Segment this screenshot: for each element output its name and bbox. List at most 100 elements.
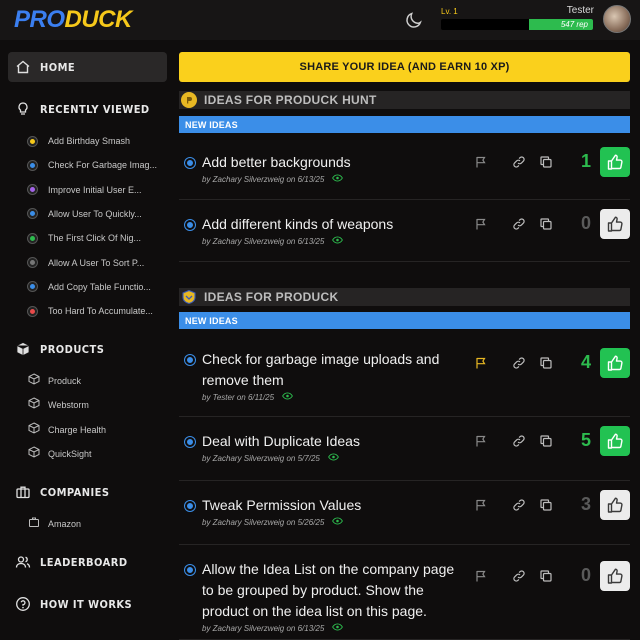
- idea-title[interactable]: Check for garbage image uploads and remo…: [202, 349, 457, 391]
- recent-item-label: The First Click Of Nig...: [48, 233, 142, 244]
- copy-icon[interactable]: [539, 434, 553, 448]
- idea-meta: by Zachary Silverzweig on 6/13/25: [202, 623, 344, 633]
- username: Tester: [566, 5, 594, 16]
- idea-title[interactable]: Add different kinds of weapons: [202, 214, 457, 235]
- recent-item[interactable]: Improve Initial User E...: [28, 180, 168, 200]
- new-idea-dot-icon: [185, 501, 195, 511]
- company-item-label: Amazon: [48, 519, 82, 529]
- link-icon[interactable]: [512, 217, 526, 231]
- link-icon[interactable]: [512, 569, 526, 583]
- cube-icon: [15, 341, 31, 357]
- idea-row[interactable]: Tweak Permission Values by Zachary Silve…: [179, 481, 630, 545]
- product-item[interactable]: QuickSight: [28, 444, 168, 464]
- eye-icon: [320, 453, 339, 463]
- user-avatar[interactable]: [603, 5, 631, 33]
- status-dot-icon: [28, 258, 37, 267]
- cube-icon: [28, 396, 48, 414]
- sidebar-item-products[interactable]: PRODUCTS: [8, 334, 167, 364]
- link-icon[interactable]: [512, 155, 526, 169]
- product-item[interactable]: Produck: [28, 371, 168, 391]
- idea-author-date: by Zachary Silverzweig on 5/26/25: [202, 517, 325, 527]
- vote-count: 3: [580, 494, 591, 514]
- sidebar-item-how-it-works[interactable]: HOW IT WORKS: [8, 589, 167, 619]
- product-item[interactable]: Webstorm: [28, 395, 168, 415]
- recent-item-label: Too Hard To Accumulate...: [48, 306, 153, 317]
- idea-author-date: by Zachary Silverzweig on 6/13/25: [202, 174, 325, 184]
- logo-part1: PRO: [14, 6, 65, 33]
- upvote-button[interactable]: [600, 147, 630, 177]
- upvote-button[interactable]: [600, 348, 630, 378]
- flag-icon[interactable]: [474, 569, 488, 583]
- status-dot-icon: [28, 136, 37, 146]
- flag-icon[interactable]: [474, 356, 488, 370]
- recent-item-label: Allow User To Quickly...: [48, 208, 142, 219]
- sidebar-item-recently-viewed[interactable]: RECENTLY VIEWED: [8, 94, 167, 124]
- briefcase-icon: [28, 515, 48, 533]
- idea-title[interactable]: Allow the Idea List on the company page …: [202, 559, 457, 622]
- idea-title[interactable]: Deal with Duplicate Ideas: [202, 431, 457, 452]
- rep-text: 547 rep: [560, 20, 588, 29]
- copy-icon[interactable]: [539, 498, 553, 512]
- flag-icon[interactable]: [474, 155, 488, 169]
- flag-icon[interactable]: [474, 434, 488, 448]
- thumbs-up-icon: [606, 215, 624, 233]
- copy-icon[interactable]: [539, 569, 553, 583]
- sidebar-item-leaderboard[interactable]: LEADERBOARD: [8, 547, 167, 577]
- dark-mode-moon-icon[interactable]: [403, 9, 425, 31]
- recent-item[interactable]: The First Click Of Nig...: [28, 228, 168, 248]
- sidebar-recent-label: RECENTLY VIEWED: [40, 102, 150, 116]
- vote-count: 1: [580, 151, 591, 171]
- recent-item-label: Add Copy Table Functio...: [48, 281, 151, 292]
- idea-author-date: by Zachary Silverzweig on 6/13/25: [202, 236, 325, 246]
- sidebar-item-companies[interactable]: COMPANIES: [8, 477, 167, 507]
- thumbs-up-icon: [606, 354, 624, 372]
- product-item-label: Produck: [48, 376, 82, 386]
- sidebar-item-home[interactable]: HOME: [8, 52, 167, 82]
- thumbs-up-icon: [606, 496, 624, 514]
- upvote-button[interactable]: [600, 490, 630, 520]
- section-header-produck-hunt: IDEAS FOR PRODUCK HUNT: [179, 91, 630, 109]
- eye-icon: [324, 517, 344, 527]
- produck-shield-icon: [181, 289, 197, 305]
- copy-icon[interactable]: [539, 217, 553, 231]
- idea-author-date: by Tester on 6/11/25: [202, 392, 275, 402]
- company-item[interactable]: Amazon: [28, 514, 168, 534]
- logo[interactable]: PRODUCK: [14, 6, 132, 34]
- sidebar-how-label: HOW IT WORKS: [40, 597, 133, 611]
- recent-item[interactable]: Allow User To Quickly...: [28, 204, 168, 224]
- copy-icon[interactable]: [539, 356, 553, 370]
- product-item[interactable]: Charge Health: [28, 420, 168, 440]
- thumbs-up-icon: [606, 153, 624, 171]
- product-item-label: Webstorm: [48, 400, 89, 411]
- recent-item[interactable]: Add Birthday Smash: [28, 131, 168, 151]
- sidebar-products-label: PRODUCTS: [40, 342, 105, 356]
- vote-count: 4: [580, 352, 591, 372]
- copy-icon[interactable]: [539, 155, 553, 169]
- link-icon[interactable]: [512, 356, 526, 370]
- idea-title[interactable]: Tweak Permission Values: [202, 495, 457, 516]
- recent-item[interactable]: Check For Garbage Imag...: [28, 155, 168, 175]
- flag-icon[interactable]: [474, 217, 488, 231]
- link-icon[interactable]: [512, 498, 526, 512]
- idea-meta: by Zachary Silverzweig on 6/13/25: [202, 236, 344, 246]
- share-idea-button[interactable]: SHARE YOUR IDEA (AND EARN 10 XP): [179, 52, 630, 82]
- recent-item[interactable]: Too Hard To Accumulate...: [28, 301, 168, 321]
- recent-item[interactable]: Add Copy Table Functio...: [28, 277, 168, 297]
- idea-row[interactable]: Check for garbage image uploads and remo…: [179, 335, 630, 417]
- idea-row[interactable]: Add different kinds of weapons by Zachar…: [179, 200, 630, 262]
- idea-meta: by Zachary Silverzweig on 6/13/25: [202, 174, 344, 184]
- status-dot-icon: [28, 306, 37, 316]
- level-label: Lv. 1: [441, 7, 458, 16]
- idea-row[interactable]: Deal with Duplicate Ideas by Zachary Sil…: [179, 417, 630, 481]
- cube-icon: [28, 445, 48, 463]
- link-icon[interactable]: [512, 434, 526, 448]
- idea-title[interactable]: Add better backgrounds: [202, 152, 457, 173]
- flag-icon[interactable]: [474, 498, 488, 512]
- idea-row[interactable]: Add better backgrounds by Zachary Silver…: [179, 138, 630, 200]
- upvote-button[interactable]: [600, 561, 630, 591]
- idea-meta: by Tester on 6/11/25: [202, 392, 293, 402]
- upvote-button[interactable]: [600, 426, 630, 456]
- recent-item[interactable]: Allow A User To Sort P...: [28, 253, 168, 273]
- upvote-button[interactable]: [600, 209, 630, 239]
- idea-row[interactable]: Allow the Idea List on the company page …: [179, 545, 630, 640]
